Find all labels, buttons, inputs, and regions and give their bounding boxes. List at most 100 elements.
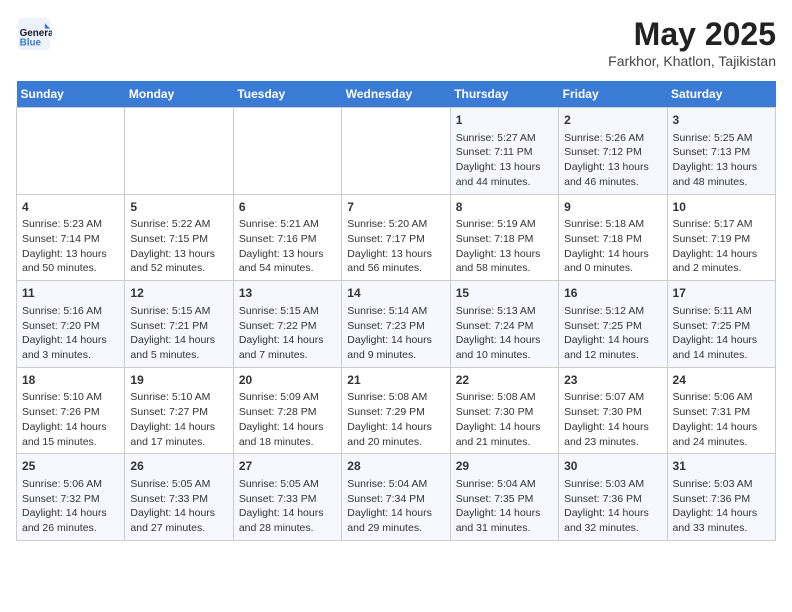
calendar-cell: 11Sunrise: 5:16 AM Sunset: 7:20 PM Dayli… [17,281,125,368]
month-year: May 2025 [608,16,776,53]
calendar-cell: 24Sunrise: 5:06 AM Sunset: 7:31 PM Dayli… [667,367,775,454]
column-header-thursday: Thursday [450,81,558,108]
column-header-wednesday: Wednesday [342,81,450,108]
title-block: May 2025 Farkhor, Khatlon, Tajikistan [608,16,776,69]
calendar-cell: 25Sunrise: 5:06 AM Sunset: 7:32 PM Dayli… [17,454,125,541]
day-info: Sunrise: 5:10 AM Sunset: 7:27 PM Dayligh… [130,390,227,449]
calendar-cell: 15 Sunrise: 5:13 AM Sunset: 7:24 PM Dayli… [450,281,558,368]
calendar-cell: 27 Sunrise: 5:05 AM Sunset: 7:33 PM Dayli… [233,454,341,541]
calendar-cell [342,108,450,195]
calendar-cell: 30 Sunrise: 5:03 AM Sunset: 7:36 PM Dayli… [559,454,667,541]
day-number: 7 [347,199,444,216]
day-info: Sunrise: 5:09 AM Sunset: 7:28 PM Dayligh… [239,390,336,449]
day-info: Sunrise: 5:21 AM Sunset: 7:16 PM Dayligh… [239,217,336,276]
day-info: Sunrise: 5:05 AM Sunset: 7:33 PM Dayligh… [239,477,336,536]
calendar-week-row: 25Sunrise: 5:06 AM Sunset: 7:32 PM Dayli… [17,454,776,541]
day-info: Sunrise: 5:03 AM Sunset: 7:36 PM Dayligh… [564,477,661,536]
day-info: Sunrise: 5:13 AM Sunset: 7:24 PM Dayligh… [456,304,553,363]
calendar-week-row: 4Sunrise: 5:23 AM Sunset: 7:14 PM Daylig… [17,194,776,281]
svg-text:Blue: Blue [20,38,42,49]
day-number: 30 [564,458,661,475]
calendar-cell: 6Sunrise: 5:21 AM Sunset: 7:16 PM Daylig… [233,194,341,281]
day-info: Sunrise: 5:25 AM Sunset: 7:13 PM Dayligh… [673,131,770,190]
day-number: 26 [130,458,227,475]
day-number: 25 [22,458,119,475]
day-info: Sunrise: 5:12 AM Sunset: 7:25 PM Dayligh… [564,304,661,363]
calendar-table: SundayMondayTuesdayWednesdayThursdayFrid… [16,81,776,541]
day-info: Sunrise: 5:04 AM Sunset: 7:34 PM Dayligh… [347,477,444,536]
column-header-sunday: Sunday [17,81,125,108]
location: Farkhor, Khatlon, Tajikistan [608,53,776,69]
calendar-cell: 19Sunrise: 5:10 AM Sunset: 7:27 PM Dayli… [125,367,233,454]
calendar-cell: 20Sunrise: 5:09 AM Sunset: 7:28 PM Dayli… [233,367,341,454]
day-info: Sunrise: 5:23 AM Sunset: 7:14 PM Dayligh… [22,217,119,276]
day-info: Sunrise: 5:20 AM Sunset: 7:17 PM Dayligh… [347,217,444,276]
day-info: Sunrise: 5:08 AM Sunset: 7:30 PM Dayligh… [456,390,553,449]
day-number: 1 [456,112,553,129]
day-number: 19 [130,372,227,389]
day-number: 12 [130,285,227,302]
day-number: 29 [456,458,553,475]
calendar-cell: 5Sunrise: 5:22 AM Sunset: 7:15 PM Daylig… [125,194,233,281]
calendar-week-row: 18Sunrise: 5:10 AM Sunset: 7:26 PM Dayli… [17,367,776,454]
day-number: 10 [673,199,770,216]
day-number: 24 [673,372,770,389]
calendar-cell: 7Sunrise: 5:20 AM Sunset: 7:17 PM Daylig… [342,194,450,281]
day-number: 9 [564,199,661,216]
calendar-week-row: 1 Sunrise: 5:27 AM Sunset: 7:11 PM Daylig… [17,108,776,195]
day-info: Sunrise: 5:11 AM Sunset: 7:25 PM Dayligh… [673,304,770,363]
calendar-cell: 2 Sunrise: 5:26 AM Sunset: 7:12 PM Daylig… [559,108,667,195]
logo-icon: General Blue [16,16,52,52]
day-number: 2 [564,112,661,129]
day-number: 3 [673,112,770,129]
column-header-tuesday: Tuesday [233,81,341,108]
day-number: 31 [673,458,770,475]
day-info: Sunrise: 5:27 AM Sunset: 7:11 PM Dayligh… [456,131,553,190]
day-number: 17 [673,285,770,302]
day-info: Sunrise: 5:08 AM Sunset: 7:29 PM Dayligh… [347,390,444,449]
day-number: 8 [456,199,553,216]
day-number: 18 [22,372,119,389]
day-number: 15 [456,285,553,302]
calendar-cell: 18Sunrise: 5:10 AM Sunset: 7:26 PM Dayli… [17,367,125,454]
day-number: 5 [130,199,227,216]
column-header-saturday: Saturday [667,81,775,108]
calendar-cell: 9Sunrise: 5:18 AM Sunset: 7:18 PM Daylig… [559,194,667,281]
day-info: Sunrise: 5:16 AM Sunset: 7:20 PM Dayligh… [22,304,119,363]
calendar-cell: 1 Sunrise: 5:27 AM Sunset: 7:11 PM Daylig… [450,108,558,195]
column-header-friday: Friday [559,81,667,108]
calendar-cell: 22Sunrise: 5:08 AM Sunset: 7:30 PM Dayli… [450,367,558,454]
day-info: Sunrise: 5:03 AM Sunset: 7:36 PM Dayligh… [673,477,770,536]
calendar-cell: 12 Sunrise: 5:15 AM Sunset: 7:21 PM Dayli… [125,281,233,368]
day-info: Sunrise: 5:06 AM Sunset: 7:31 PM Dayligh… [673,390,770,449]
calendar-cell [17,108,125,195]
calendar-cell: 14Sunrise: 5:14 AM Sunset: 7:23 PM Dayli… [342,281,450,368]
calendar-cell [125,108,233,195]
day-info: Sunrise: 5:15 AM Sunset: 7:22 PM Dayligh… [239,304,336,363]
day-number: 13 [239,285,336,302]
day-number: 23 [564,372,661,389]
calendar-week-row: 11Sunrise: 5:16 AM Sunset: 7:20 PM Dayli… [17,281,776,368]
day-info: Sunrise: 5:14 AM Sunset: 7:23 PM Dayligh… [347,304,444,363]
calendar-cell: 28 Sunrise: 5:04 AM Sunset: 7:34 PM Dayli… [342,454,450,541]
day-number: 27 [239,458,336,475]
day-info: Sunrise: 5:15 AM Sunset: 7:21 PM Dayligh… [130,304,227,363]
day-info: Sunrise: 5:26 AM Sunset: 7:12 PM Dayligh… [564,131,661,190]
day-info: Sunrise: 5:19 AM Sunset: 7:18 PM Dayligh… [456,217,553,276]
calendar-cell: 23Sunrise: 5:07 AM Sunset: 7:30 PM Dayli… [559,367,667,454]
logo: General Blue [16,16,52,52]
day-number: 28 [347,458,444,475]
day-number: 6 [239,199,336,216]
day-info: Sunrise: 5:22 AM Sunset: 7:15 PM Dayligh… [130,217,227,276]
calendar-cell: 13 Sunrise: 5:15 AM Sunset: 7:22 PM Dayli… [233,281,341,368]
day-number: 20 [239,372,336,389]
calendar-cell: 29 Sunrise: 5:04 AM Sunset: 7:35 PM Dayli… [450,454,558,541]
page-header: General Blue May 2025 Farkhor, Khatlon, … [16,16,776,69]
calendar-header-row: SundayMondayTuesdayWednesdayThursdayFrid… [17,81,776,108]
day-info: Sunrise: 5:18 AM Sunset: 7:18 PM Dayligh… [564,217,661,276]
day-number: 22 [456,372,553,389]
day-number: 21 [347,372,444,389]
calendar-cell: 3 Sunrise: 5:25 AM Sunset: 7:13 PM Daylig… [667,108,775,195]
day-info: Sunrise: 5:04 AM Sunset: 7:35 PM Dayligh… [456,477,553,536]
calendar-cell: 8Sunrise: 5:19 AM Sunset: 7:18 PM Daylig… [450,194,558,281]
